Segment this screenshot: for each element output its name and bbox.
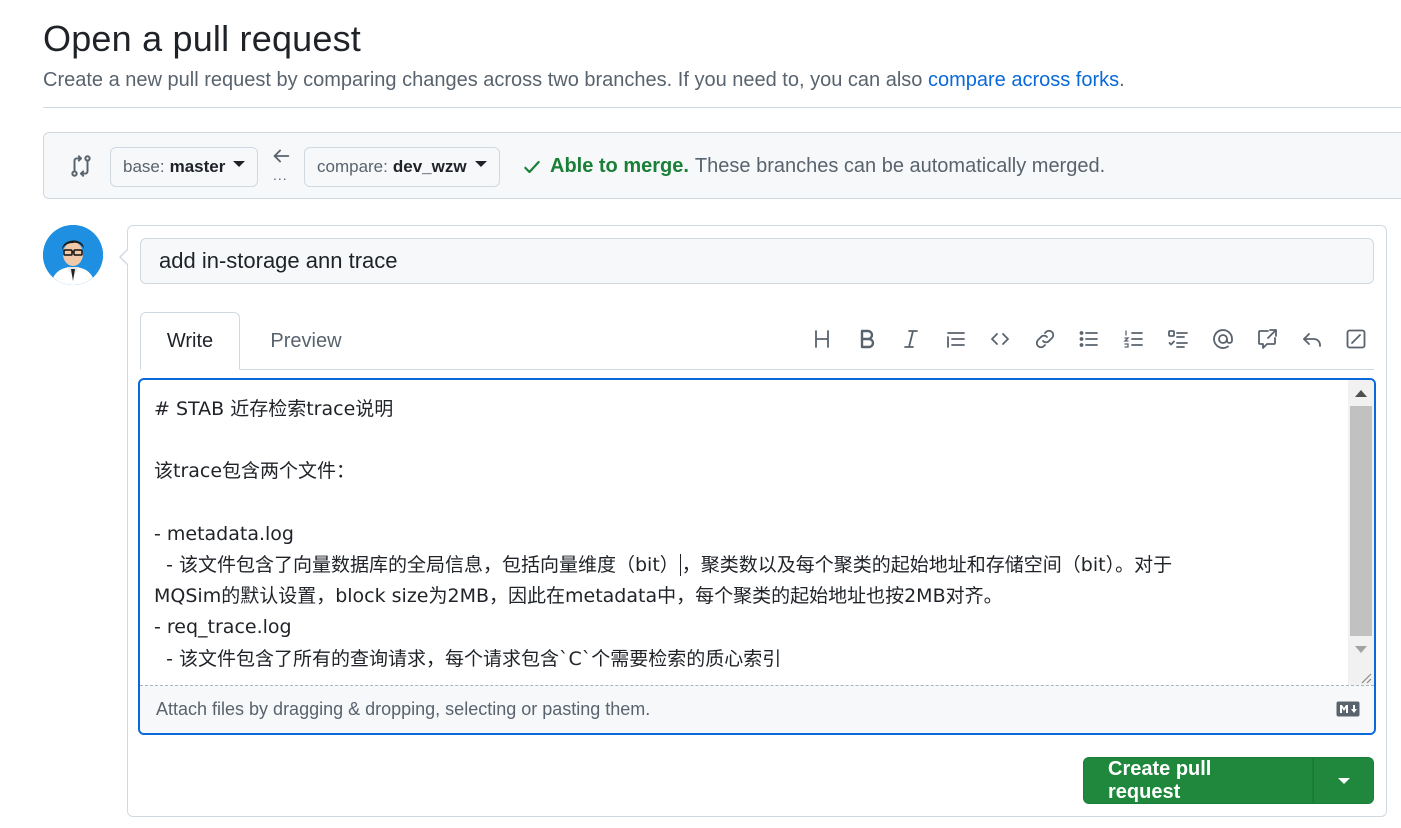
subtitle-text: Create a new pull request by comparing c… <box>43 69 923 91</box>
reply-icon[interactable] <box>1296 323 1328 355</box>
quote-icon[interactable] <box>940 323 972 355</box>
check-icon <box>524 160 540 173</box>
body-line: ，聚类数以及每个聚类的起始地址和存储空间（bit）。对于 <box>681 553 1173 576</box>
tab-preview[interactable]: Preview <box>252 312 360 370</box>
ordered-list-icon[interactable] <box>1118 323 1150 355</box>
base-branch-select[interactable]: base: master <box>110 147 259 187</box>
body-line <box>154 488 1332 519</box>
pr-body-editor[interactable]: # STAB 近存检索trace说明 该trace包含两个文件： - metadat… <box>138 378 1376 735</box>
body-line: 该trace包含两个文件： <box>154 460 356 483</box>
reference-icon[interactable] <box>1251 323 1283 355</box>
body-line: - 该文件包含了所有的查询请求，每个请求包含`C`个需要检索的质心索引 <box>154 647 782 670</box>
fullscreen-icon[interactable] <box>1340 323 1372 355</box>
base-prefix: base: <box>123 157 165 176</box>
compare-forks-link[interactable]: compare across forks <box>928 69 1119 91</box>
merge-ok-label: Able to merge. <box>550 155 689 177</box>
italic-icon[interactable] <box>895 323 927 355</box>
editor-tabs: Write Preview <box>140 309 1374 370</box>
markdown-icon[interactable] <box>1336 701 1360 717</box>
link-icon[interactable] <box>1029 323 1061 355</box>
code-icon[interactable] <box>984 323 1016 355</box>
compare-branch-name: dev_wzw <box>392 157 467 176</box>
create-pull-request-button[interactable]: Create pull request <box>1083 757 1313 804</box>
tab-write[interactable]: Write <box>140 312 240 370</box>
header-divider <box>43 107 1401 108</box>
compare-branch-select[interactable]: compare: dev_wzw <box>304 147 500 187</box>
body-line: # STAB 近存检索trace说明 <box>154 398 394 420</box>
submit-options-dropdown[interactable] <box>1313 757 1374 804</box>
body-line: - 该文件包含了向量数据库的全局信息，包括向量维度（bit） <box>154 553 679 576</box>
attach-files-text: Attach files by dragging & dropping, sel… <box>156 699 651 719</box>
attach-files-bar[interactable]: Attach files by dragging & dropping, sel… <box>140 685 1374 733</box>
body-line: MQSim的默认设置，block size为2MB，因此在metadata中，每… <box>154 585 1003 608</box>
editor-scrollbar[interactable] <box>1348 380 1374 685</box>
arrow-left-icon <box>273 149 290 163</box>
markdown-toolbar <box>794 323 1373 355</box>
scroll-up-arrow-icon[interactable] <box>1355 390 1367 397</box>
page-subtitle: Create a new pull request by comparing c… <box>43 69 1125 92</box>
unordered-list-icon[interactable] <box>1073 323 1105 355</box>
body-line-wrapped: - 该文件包含了向量数据库的全局信息，包括向量维度（bit） ，聚类数以及每个聚类… <box>154 550 1332 581</box>
merge-message: These branches can be automatically merg… <box>694 155 1106 177</box>
compare-bar: base: master ... compare: dev_wzw Able to … <box>43 132 1401 199</box>
scroll-thumb[interactable] <box>1350 406 1372 636</box>
base-branch-name: master <box>169 157 226 176</box>
chevron-down-icon <box>1337 777 1350 784</box>
task-list-icon[interactable] <box>1162 323 1194 355</box>
git-compare-icon <box>71 155 91 177</box>
body-line <box>154 425 1332 456</box>
chevron-down-icon <box>233 161 246 167</box>
subtitle-period: . <box>1119 69 1125 91</box>
heading-icon[interactable] <box>806 323 838 355</box>
submit-button-group: Create pull request <box>1083 757 1374 804</box>
pull-request-form: add in-storage ann trace Write Preview #… <box>119 225 1387 817</box>
chevron-down-icon <box>474 161 487 167</box>
body-line: - req_trace.log <box>154 616 292 639</box>
page-title: Open a pull request <box>43 18 362 59</box>
resize-grip-icon[interactable] <box>1358 670 1372 684</box>
arrow-dots: ... <box>273 167 288 183</box>
bold-icon[interactable] <box>851 323 883 355</box>
compare-prefix: compare: <box>317 157 388 176</box>
text-cursor <box>679 554 681 577</box>
body-line: - metadata.log <box>154 522 294 545</box>
merge-status: Able to merge. These branches can be aut… <box>522 155 1105 178</box>
pr-title-input[interactable]: add in-storage ann trace <box>140 238 1374 284</box>
mention-icon[interactable] <box>1207 323 1239 355</box>
scroll-down-arrow-icon[interactable] <box>1355 646 1367 653</box>
pr-body-textarea[interactable]: # STAB 近存检索trace说明 该trace包含两个文件： - metadat… <box>140 380 1346 685</box>
avatar[interactable] <box>43 225 103 285</box>
